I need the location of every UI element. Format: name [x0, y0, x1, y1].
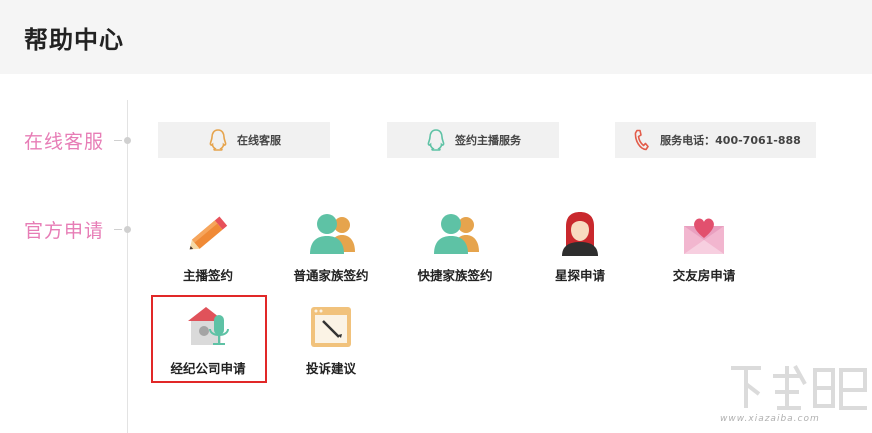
- complaint-suggestion-label: 投诉建议: [305, 361, 356, 376]
- heart-envelope-icon: [680, 210, 728, 258]
- timeline-dot: [124, 226, 131, 233]
- pencil-icon: [184, 210, 232, 258]
- service-phone-label: 服务电话：400-7061-888: [660, 134, 801, 147]
- qq-penguin-icon: [425, 128, 447, 152]
- window-pen-icon: [307, 303, 355, 351]
- talent-scout-item[interactable]: 星探申请: [525, 210, 635, 290]
- quick-family-signing-item[interactable]: 快捷家族签约: [400, 210, 510, 290]
- users-icon: [431, 210, 479, 258]
- signing-anchor-service-label: 签约主播服务: [455, 134, 521, 147]
- anchor-signing-label: 主播签约: [182, 268, 233, 283]
- phone-icon: [630, 128, 652, 152]
- timeline-dot: [124, 137, 131, 144]
- woman-avatar-icon: [556, 210, 604, 258]
- watermark-url: www.xiazaiba.com: [720, 414, 820, 424]
- normal-family-signing-item[interactable]: 普通家族签约: [276, 210, 386, 290]
- section-label-online-service: 在线客服: [24, 131, 105, 153]
- online-service-label: 在线客服: [237, 134, 281, 147]
- signing-anchor-service-button[interactable]: 签约主播服务: [387, 122, 559, 158]
- section-label-official-apply: 官方申请: [24, 220, 105, 242]
- quick-family-signing-label: 快捷家族签约: [417, 268, 493, 283]
- online-service-button[interactable]: 在线客服: [158, 122, 330, 158]
- users-icon: [307, 210, 355, 258]
- timeline-line: [127, 100, 128, 433]
- friend-room-item[interactable]: 交友房申请: [649, 210, 759, 290]
- service-phone-button[interactable]: 服务电话：400-7061-888: [615, 122, 816, 158]
- timeline-connector: [114, 140, 122, 141]
- complaint-suggestion-item[interactable]: 投诉建议: [276, 303, 386, 383]
- normal-family-signing-label: 普通家族签约: [293, 268, 369, 283]
- page-title: 帮助中心: [24, 26, 124, 54]
- friend-room-label: 交友房申请: [672, 268, 736, 283]
- selection-highlight: [151, 295, 267, 383]
- anchor-signing-item[interactable]: 主播签约: [153, 210, 263, 290]
- header-bar: 帮助中心: [0, 0, 872, 74]
- qq-penguin-icon: [207, 128, 229, 152]
- timeline-connector: [114, 229, 122, 230]
- talent-scout-label: 星探申请: [554, 268, 605, 283]
